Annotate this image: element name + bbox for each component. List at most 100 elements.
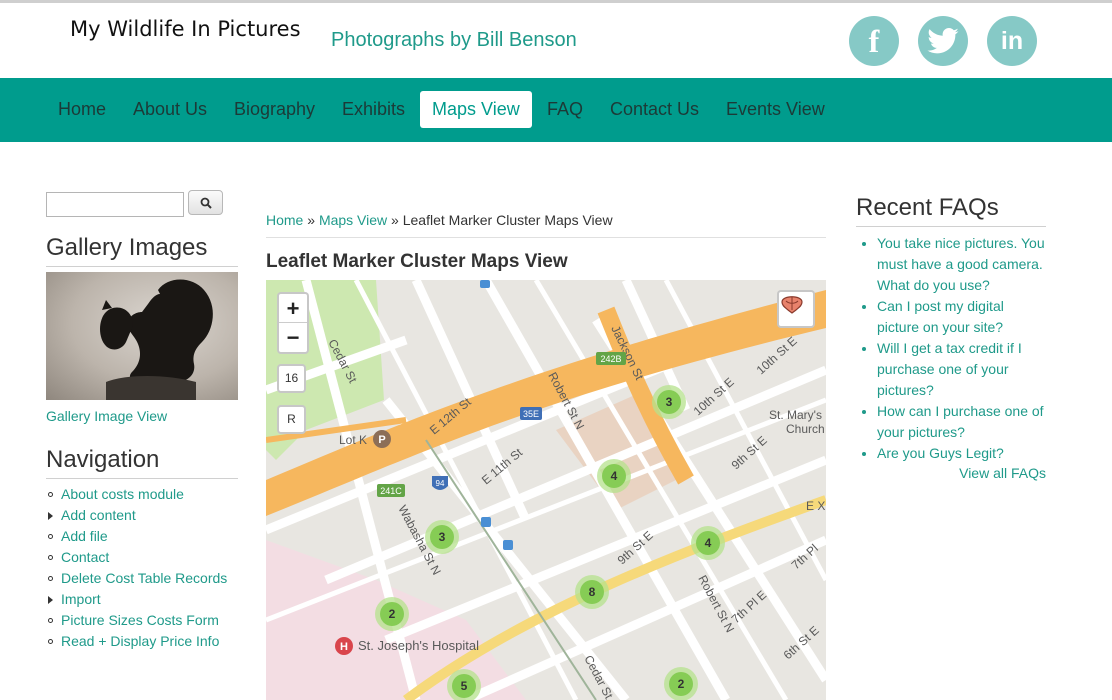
site-name[interactable]: My Wildlife In Pictures xyxy=(70,17,301,41)
nav-biography[interactable]: Biography xyxy=(222,91,327,128)
label-ex: E X xyxy=(806,499,825,513)
transit-icon xyxy=(481,517,491,527)
faq-text-line: Are you Guys Legit? xyxy=(877,445,1004,461)
route-shield-241c-label: 241C xyxy=(380,486,402,496)
faq-text-line: Can I post my digital xyxy=(877,298,1004,314)
reset-view-button[interactable]: R xyxy=(277,405,306,434)
bullet-icon xyxy=(48,576,53,581)
label-st-marys: St. Mary's xyxy=(769,408,822,422)
hospital-icon-label: H xyxy=(340,641,348,653)
label-church: Church xyxy=(786,422,825,436)
faq-text-line: must have a good camera. xyxy=(877,256,1043,272)
nav-link-label: Import xyxy=(61,591,101,607)
nav-link-label: Delete Cost Table Records xyxy=(61,570,228,586)
bullet-icon xyxy=(862,347,866,351)
nav-link-label: Picture Sizes Costs Form xyxy=(61,612,219,628)
cluster-marker: 2 xyxy=(664,667,698,700)
layers-icon xyxy=(781,296,803,314)
faq-item[interactable]: Will I get a tax credit if I purchase on… xyxy=(856,338,1046,401)
main-content: Home » Maps View » Leaflet Marker Cluste… xyxy=(266,208,826,700)
linkedin-icon[interactable]: in xyxy=(987,16,1037,66)
search-icon xyxy=(200,197,212,209)
cluster-count: 2 xyxy=(678,677,685,691)
cluster-marker: 3 xyxy=(652,385,686,419)
cluster-marker: 4 xyxy=(691,526,725,560)
breadcrumb-current: Leaflet Marker Cluster Maps View xyxy=(402,212,613,228)
leaflet-map[interactable]: Cedar St Jackson St Robert St N 10th St … xyxy=(266,280,826,700)
label-hospital: St. Joseph's Hospital xyxy=(358,638,479,653)
label-lot-k: Lot K xyxy=(339,433,367,447)
nav-contact-us[interactable]: Contact Us xyxy=(598,91,711,128)
transit-icon xyxy=(503,540,513,550)
cluster-count: 4 xyxy=(705,536,712,550)
search-button[interactable] xyxy=(188,190,223,215)
twitter-bird-glyph xyxy=(927,28,959,54)
cluster-count: 3 xyxy=(439,530,446,544)
faq-text-line: purchase one of your xyxy=(877,361,1009,377)
nav-about-us[interactable]: About Us xyxy=(121,91,219,128)
zoom-in-button[interactable]: + xyxy=(279,294,307,323)
nav-link-add-content[interactable]: Add content xyxy=(46,507,227,528)
zoom-out-button[interactable]: − xyxy=(279,323,307,352)
recent-faqs-title: Recent FAQs xyxy=(856,194,1046,227)
bullet-icon xyxy=(862,242,866,246)
nav-link-picture-sizes[interactable]: Picture Sizes Costs Form xyxy=(46,612,227,633)
cluster-count: 3 xyxy=(666,395,673,409)
search-input[interactable] xyxy=(46,192,184,217)
facebook-icon[interactable]: f xyxy=(849,16,899,66)
route-shield-94-label: 94 xyxy=(436,479,445,488)
faq-item[interactable]: You take nice pictures. You must have a … xyxy=(856,233,1046,296)
site-slogan: Photographs by Bill Benson xyxy=(331,29,577,51)
twitter-icon[interactable] xyxy=(918,16,968,66)
nav-link-delete-cost-table[interactable]: Delete Cost Table Records xyxy=(46,570,227,591)
bullet-icon xyxy=(862,410,866,414)
gallery-image-squirrel[interactable] xyxy=(46,272,238,400)
faq-text-line: What do you use? xyxy=(877,277,990,293)
faq-text-line: How can I purchase one of xyxy=(877,403,1044,419)
cluster-marker: 2 xyxy=(375,597,409,631)
nav-link-label: Contact xyxy=(61,549,110,565)
breadcrumb-home[interactable]: Home xyxy=(266,212,303,228)
bullet-icon xyxy=(48,618,53,623)
parking-icon-label: P xyxy=(378,434,385,446)
navigation-menu: About costs module Add content Add file … xyxy=(46,486,227,654)
breadcrumb: Home » Maps View » Leaflet Marker Cluste… xyxy=(266,208,826,238)
faq-item[interactable]: Can I post my digital picture on your si… xyxy=(856,296,1046,338)
nav-home[interactable]: Home xyxy=(46,91,118,128)
breadcrumb-maps-view[interactable]: Maps View xyxy=(319,212,387,228)
cluster-marker: 4 xyxy=(597,459,631,493)
nav-maps-view[interactable]: Maps View xyxy=(420,91,532,128)
main-nav: Home About Us Biography Exhibits Maps Vi… xyxy=(0,78,1112,142)
faq-item[interactable]: Are you Guys Legit? xyxy=(856,443,1046,464)
nav-link-label: Add file xyxy=(61,528,108,544)
zoom-control: + − xyxy=(277,292,309,354)
nav-link-label: Add content xyxy=(61,507,136,523)
nav-exhibits[interactable]: Exhibits xyxy=(330,91,417,128)
cluster-count: 2 xyxy=(389,607,396,621)
nav-link-import[interactable]: Import xyxy=(46,591,227,612)
cluster-marker: 3 xyxy=(425,520,459,554)
faq-text-line: You take nice pictures. You xyxy=(877,235,1045,251)
map-tiles: Cedar St Jackson St Robert St N 10th St … xyxy=(266,280,826,700)
nav-link-read-display-price[interactable]: Read + Display Price Info xyxy=(46,633,227,654)
nav-link-contact[interactable]: Contact xyxy=(46,549,227,570)
nav-link-add-file[interactable]: Add file xyxy=(46,528,227,549)
bullet-icon xyxy=(48,555,53,560)
faq-text-line: picture on your site? xyxy=(877,319,1004,335)
expand-arrow-icon xyxy=(48,512,53,520)
cluster-count: 5 xyxy=(461,679,468,693)
site-header: My Wildlife In Pictures Photographs by B… xyxy=(0,3,1112,78)
bullet-icon xyxy=(48,492,53,497)
nav-link-about-costs-module[interactable]: About costs module xyxy=(46,486,227,507)
gallery-image-view-link[interactable]: Gallery Image View xyxy=(46,408,167,424)
faq-list: You take nice pictures. You must have a … xyxy=(856,233,1046,464)
faq-item[interactable]: How can I purchase one of your pictures? xyxy=(856,401,1046,443)
layers-control[interactable] xyxy=(777,290,815,328)
faq-text-line: your pictures? xyxy=(877,424,965,440)
cluster-count: 4 xyxy=(611,469,618,483)
view-all-faqs-link[interactable]: View all FAQs xyxy=(856,465,1046,481)
nav-link-label: Read + Display Price Info xyxy=(61,633,220,649)
transit-icon xyxy=(480,280,490,288)
nav-events-view[interactable]: Events View xyxy=(714,91,837,128)
nav-faq[interactable]: FAQ xyxy=(535,91,595,128)
